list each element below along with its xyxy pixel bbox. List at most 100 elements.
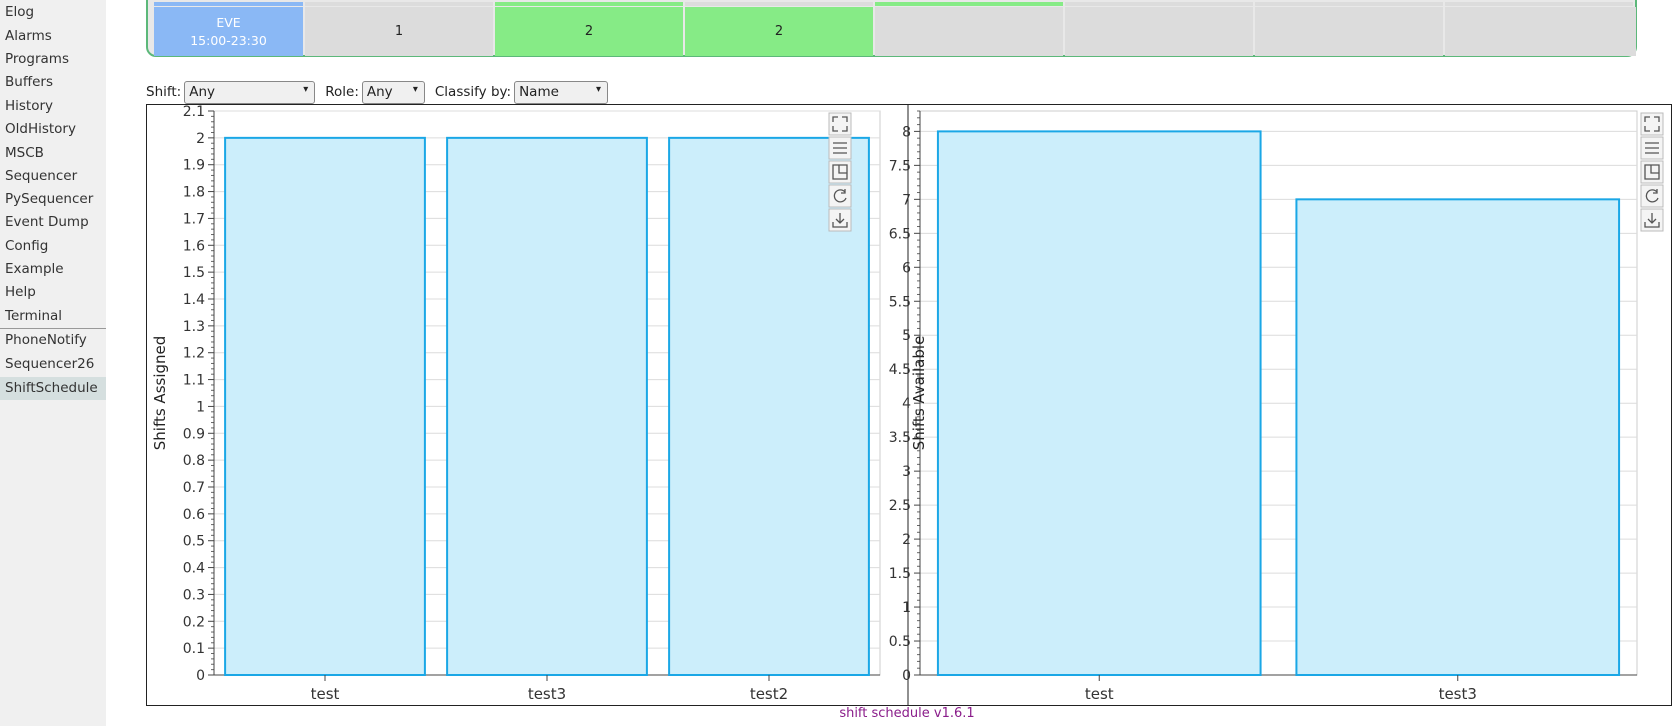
y-tick-label: 2 [902,532,911,548]
y-tick-label: 0.5 [183,534,205,550]
sidebar-item-terminal[interactable]: Terminal [0,305,106,328]
schedule-cell-top-strip [1255,2,1443,6]
chevron-down-icon: ▾ [412,83,418,95]
y-tick-label: 1.1 [183,373,205,389]
download-icon[interactable] [1640,208,1664,232]
schedule-cell[interactable]: 1 [305,7,493,56]
y-tick-label: 1 [196,399,205,415]
y-tick-label: 7.5 [889,158,911,174]
sidebar-item-event-dump[interactable]: Event Dump [0,211,106,234]
charts-canvas: 0 0.1 0.2 0.3 0.4 0.5 0.6 0.7 0.8 0.9 1 1.1 1.2 1.3 1.… [151,90,1664,705]
sidebar: Elog Alarms Programs Buffers History OldHisto… [0,0,106,726]
y-tick-label: 0 [196,668,205,684]
y-tick-label: 0 [902,668,911,684]
y-tick-label: 0.4 [183,561,205,577]
classify-select[interactable]: Name ▾ [514,80,609,104]
schedule-cell-top-strip [1445,2,1633,6]
sidebar-item-pysequencer[interactable]: PySequencer [0,188,106,211]
fullscreen-icon[interactable] [828,112,852,136]
fullscreen-icon[interactable] [1640,112,1664,136]
x-tick-label: test [311,685,340,703]
y-tick-label: 2.5 [889,498,911,514]
y-tick-label: 2.1 [183,105,205,120]
y-tick-label: 1.4 [183,292,205,308]
y-tick-label: 2 [196,131,205,147]
y-tick-label: 1.2 [183,346,205,362]
y-axis-label: Shifts Assigned [151,336,169,451]
y-tick-label: 7 [902,192,911,208]
y-tick-label: 0.9 [183,426,205,442]
shift-filter-label: Shift: [146,84,182,100]
sidebar-item-sequencer26[interactable]: Sequencer26 [0,353,106,376]
y-tick-label: 1.5 [889,566,911,582]
reset-icon[interactable] [1640,184,1664,208]
x-tick-label: test3 [528,685,566,703]
sidebar-item-programs[interactable]: Programs [0,48,106,71]
y-axis-label: Shifts Available [910,336,928,451]
sidebar-item-example[interactable]: Example [0,258,106,281]
y-tick-label: 4.5 [889,362,911,378]
bar-test3 [446,136,648,677]
shift-label-cell: EVE 15:00-23:30 [154,7,303,56]
download-icon[interactable] [828,208,852,232]
popout-icon[interactable] [1640,160,1664,184]
y-tick-label: 1.6 [183,238,205,254]
bar-test [224,136,426,677]
y-tick-label: 3.5 [889,430,911,446]
sidebar-item-buffers[interactable]: Buffers [0,71,106,94]
y-tick-label: 0.6 [183,507,205,523]
version-footer: shift schedule v1.6.1 [839,706,975,721]
menu-icon[interactable] [1640,136,1664,160]
y-tick-label: 1.3 [183,319,205,335]
shift-select[interactable]: Any ▾ [184,80,316,104]
menu-icon[interactable] [828,136,852,160]
bar-test3 [1295,198,1621,677]
y-tick-label: 6 [902,260,911,276]
shift-select-value: Any [189,84,216,100]
sidebar-item-phonenotify[interactable]: PhoneNotify [0,329,106,352]
schedule-cell[interactable] [1445,7,1636,56]
schedule-cell-top-strip [305,2,493,6]
schedule-cell[interactable] [1065,7,1253,56]
x-tick-label: test [1085,685,1114,703]
schedule-cell[interactable] [1255,7,1443,56]
chevron-down-icon: ▾ [303,83,309,95]
shift-schedule-panel: EVE 15:00-23:30 122 [146,0,1637,57]
schedule-cell[interactable] [875,7,1063,56]
y-tick-label: 1.5 [183,265,205,281]
y-tick-label: 1 [902,600,911,616]
sidebar-item-sequencer[interactable]: Sequencer [0,165,106,188]
chevron-down-icon: ▾ [596,83,602,95]
popout-icon[interactable] [828,160,852,184]
schedule-cell-top-strip [1065,2,1253,6]
role-filter-label: Role: [325,84,359,100]
schedule-cell[interactable]: 2 [495,7,683,56]
y-tick-label: 0.2 [183,614,205,630]
y-tick-label: 8.5 [889,105,911,106]
y-tick-label: 0.7 [183,480,205,496]
sidebar-item-elog[interactable]: Elog [0,1,106,24]
reset-icon[interactable] [828,184,852,208]
schedule-label-top-strip [154,2,303,6]
y-tick-label: 0.5 [889,634,911,650]
sidebar-item-help[interactable]: Help [0,281,106,304]
x-tick-label: test3 [1439,685,1477,703]
sidebar-item-mscb[interactable]: MSCB [0,142,106,165]
schedule-cell[interactable]: 2 [685,7,873,56]
bar-test [936,130,1262,676]
charts-frame: 0 0.1 0.2 0.3 0.4 0.5 0.6 0.7 0.8 0.9 1 1.1 1.2 1.3 1.… [146,90,1672,706]
x-tick-label: test2 [750,685,788,703]
sidebar-item-alarms[interactable]: Alarms [0,25,106,48]
y-tick-label: 0.8 [183,453,205,469]
sidebar-item-config[interactable]: Config [0,235,106,258]
sidebar-item-shiftschedule[interactable]: ShiftSchedule [0,377,106,400]
shift-name: EVE [216,14,241,30]
y-tick-label: 1.7 [183,211,205,227]
role-select[interactable]: Any ▾ [361,80,425,104]
sidebar-item-history[interactable]: History [0,95,106,118]
sidebar-item-oldhistory[interactable]: OldHistory [0,118,106,141]
filter-bar: Shift: Any ▾ Role: Any ▾ Classify by: Na… [146,80,618,104]
y-tick-label: 6.5 [889,226,911,242]
y-tick-label: 0.1 [183,641,205,657]
role-select-value: Any [366,84,393,100]
